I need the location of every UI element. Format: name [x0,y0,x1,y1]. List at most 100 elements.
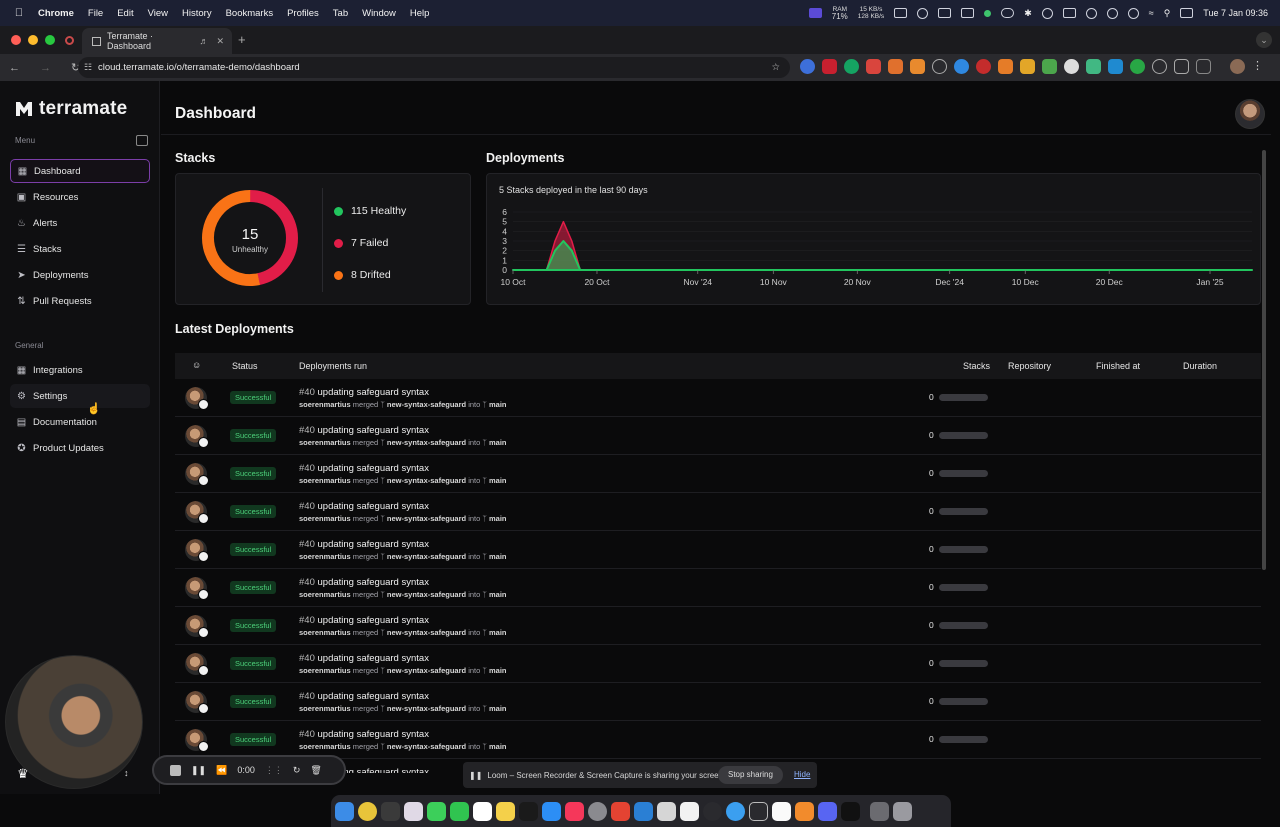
reminders-icon[interactable] [473,801,492,821]
battery-icon[interactable] [894,8,908,18]
ram-indicator[interactable]: RAM 71% [832,6,848,21]
chrome-icon[interactable] [358,801,377,821]
terramate-app-icon[interactable] [749,801,768,821]
discord-icon[interactable] [818,801,837,821]
pause-icon[interactable]: ❚❚ [191,765,206,776]
menu-history[interactable]: History [182,8,212,19]
sidebar-item-product-updates[interactable]: ✪ Product Updates [10,436,150,460]
search-icon[interactable]: ⚲ [1164,8,1171,19]
delete-recording-icon[interactable]: 🗑 [310,765,321,776]
menu-help[interactable]: Help [410,8,430,19]
deployment-run-title[interactable]: #40 updating safeguard syntax [299,577,429,588]
wifi-icon[interactable]: ≈ [1149,8,1154,18]
control-center-icon[interactable] [1180,8,1194,18]
maximize-window-button[interactable] [45,35,55,45]
chat-icon[interactable] [917,7,929,19]
terminal-icon[interactable] [381,801,400,821]
page-scrollbar[interactable] [1262,150,1266,570]
table-row[interactable]: Successful #40 updating safeguard syntax s… [175,645,1261,683]
browser-menu-icon[interactable]: ⋮ [1252,59,1263,74]
extension-11-icon[interactable] [1020,59,1035,74]
deployment-run-title[interactable]: #40 updating safeguard syntax [299,615,429,626]
extension-16-icon[interactable] [1130,59,1145,74]
extension-abp-icon[interactable] [822,59,837,74]
deployment-run-title[interactable]: #40 updating safeguard syntax [299,729,429,740]
extension-18-icon[interactable] [1174,59,1189,74]
loom-logo-icon[interactable]: ♛ [17,766,29,782]
bluetooth-icon[interactable]: ✱ [1024,8,1032,19]
back-arrow-icon[interactable]: ← [9,62,31,74]
todoist-icon[interactable] [611,801,630,821]
timer-icon[interactable] [1041,7,1053,19]
info-icon[interactable] [1127,7,1139,19]
profile-avatar-icon[interactable] [1230,59,1245,74]
deployment-run-title[interactable]: #40 updating safeguard syntax [299,387,429,398]
column-finished-at[interactable]: Finished at [1096,361,1140,371]
menu-edit[interactable]: Edit [117,8,133,19]
chart-series-area-0[interactable] [512,220,1253,271]
extensions-puzzle-icon[interactable] [1196,59,1211,74]
sidebar-item-integrations[interactable]: ▦ Integrations [10,358,150,382]
extension-5-icon[interactable] [888,59,903,74]
sidebar-item-documentation[interactable]: ▤ Documentation [10,410,150,434]
stop-recording-button[interactable] [170,764,181,776]
bubble-resize-icon[interactable]: ↕ [124,768,129,778]
network-indicator[interactable]: 15 KB/s 128 KB/s [858,6,884,20]
sidebar-item-deployments[interactable]: ➤ Deployments [10,263,150,287]
menu-app-name[interactable]: Chrome [38,8,74,19]
app-store-icon[interactable] [542,801,561,821]
music-icon[interactable] [565,801,584,821]
minimize-window-button[interactable] [28,35,38,45]
address-bar[interactable]: ☷ cloud.terramate.io/o/terramate-demo/da… [78,57,790,78]
card-icon[interactable] [961,8,975,18]
tab-audio-icon[interactable]: ♬ [199,36,208,46]
pages-icon[interactable] [680,801,699,821]
menu-window[interactable]: Window [362,8,396,19]
sidebar-item-pull-requests[interactable]: ⇅ Pull Requests [10,289,150,313]
table-row[interactable]: Successful #40 updating safeguard syntax s… [175,455,1261,493]
legend-drifted[interactable]: 8 Drifted [334,269,391,281]
extension-4-icon[interactable] [866,59,881,74]
slack-icon[interactable] [404,801,423,821]
extension-8-icon[interactable] [954,59,969,74]
forward-arrow-icon[interactable]: → [40,62,62,74]
table-row[interactable]: Successful #40 updating safeguard syntax s… [175,721,1261,759]
new-tab-button[interactable]: + [238,32,246,47]
deployment-run-title[interactable]: #40 updating safeguard syntax [299,691,429,702]
extension-13-icon[interactable] [1064,59,1079,74]
books-icon[interactable] [795,801,814,821]
extension-grammarly-icon[interactable] [844,59,859,74]
drag-handle-icon[interactable]: ⋮⋮ [265,765,283,776]
menu-bookmarks[interactable]: Bookmarks [226,8,274,19]
menubar-clock[interactable]: Tue 7 Jan 09:36 [1203,8,1268,18]
sidebar-item-alerts[interactable]: ♨ Alerts [10,211,150,235]
stop-sharing-button[interactable]: Stop sharing [718,766,783,784]
table-row[interactable]: Successful #40 updating safeguard syntax s… [175,569,1261,607]
legend-healthy[interactable]: 115 Healthy [334,205,406,217]
hide-notice-link[interactable]: Hide [794,770,810,779]
messages-icon[interactable] [427,801,446,821]
clock-history-icon[interactable] [1085,7,1097,19]
deployment-run-title[interactable]: #40 updating safeguard syntax [299,501,429,512]
notes-icon[interactable] [496,801,515,821]
tab-close-icon[interactable]: ✕ [216,36,224,47]
menu-tab[interactable]: Tab [333,8,348,19]
apple-tv-icon[interactable] [519,801,538,821]
table-row[interactable]: Successful #40 updating safeguard syntax s… [175,417,1261,455]
sidebar-item-resources[interactable]: ▣ Resources [10,185,150,209]
deployment-run-title[interactable]: #40 updating safeguard syntax [299,653,429,664]
deployment-run-title[interactable]: #40 updating safeguard syntax [299,463,429,474]
collapse-sidebar-icon[interactable] [136,135,148,146]
column-deployments-run[interactable]: Deployments run [299,361,367,371]
menu-view[interactable]: View [148,8,168,19]
play-icon[interactable] [1106,7,1118,19]
sidebar-item-stacks[interactable]: ☰ Stacks [10,237,150,261]
display-icon[interactable] [1062,8,1076,18]
menu-file[interactable]: File [88,8,103,19]
extension-17-icon[interactable] [1152,59,1167,74]
tab-search-chevron-icon[interactable]: ⌄ [1256,32,1272,48]
status-icon[interactable] [984,9,992,17]
table-row[interactable]: Successful #40 updating safeguard syntax s… [175,379,1261,417]
menu-profiles[interactable]: Profiles [287,8,319,19]
trash-icon[interactable] [893,801,912,821]
